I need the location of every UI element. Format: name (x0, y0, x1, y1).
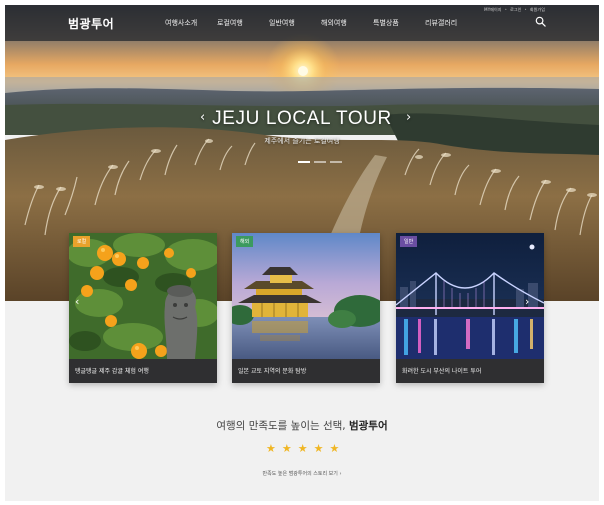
promo-tagline-text: 여행의 만족도를 높이는 선택, (216, 420, 349, 432)
nav-item-local-tour[interactable]: 로컬여행 (217, 18, 269, 28)
site-logo[interactable]: 범광투어 (68, 15, 114, 32)
rating-stars: ★ ★ ★ ★ ★ (266, 443, 339, 454)
util-separator: • (524, 7, 527, 12)
nav-item-general-tour[interactable]: 일반여행 (269, 18, 321, 28)
star-icon: ★ (313, 442, 324, 455)
card-caption: 화려한 도시 부산의 나이트 투어 (402, 368, 482, 375)
page: MY메이지 • 로그인 • 회원가입 범광투어 여행사소개 로컬여행 일반여행 … (5, 5, 599, 501)
card-image (232, 233, 380, 359)
tour-card-busan-night[interactable]: 일반 화려한 도시 부산의 나이트 투어 (396, 233, 544, 383)
story-more-link[interactable]: 만족도 높은 범광투어의 스토리 보기 › (5, 470, 599, 477)
nav-item-overseas-tour[interactable]: 해외여행 (321, 18, 373, 28)
util-link-login[interactable]: 로그인 (510, 7, 521, 13)
hero-next-arrow[interactable]: › (406, 111, 411, 124)
star-icon: ★ (266, 442, 276, 455)
card-caption: 탱글탱글 제주 감귤 체험 여행 (75, 368, 149, 375)
main-nav: 여행사소개 로컬여행 일반여행 해외여행 특별상품 리뷰갤러리 (165, 18, 477, 28)
card-category-tag: 로컬 (73, 236, 91, 247)
hero-subtitle: 제주에서 즐기는 로컬여행 (264, 137, 340, 145)
star-icon: ★ (281, 442, 292, 455)
util-link-mypage[interactable]: MY메이지 (484, 7, 501, 13)
card-category-tag: 일반 (400, 236, 418, 247)
top-header: MY메이지 • 로그인 • 회원가입 범광투어 여행사소개 로컬여행 일반여행 … (5, 5, 599, 41)
promo-tagline-brand: 범광투어 (348, 420, 388, 432)
star-icon: ★ (329, 442, 340, 455)
utility-links: MY메이지 • 로그인 • 회원가입 (484, 7, 545, 13)
hero-pager-dot[interactable] (314, 161, 326, 163)
star-icon: ★ (297, 442, 308, 455)
card-prev-arrow[interactable]: ‹ (75, 295, 79, 308)
hero-title: JEJU LOCAL TOUR (212, 108, 392, 129)
nav-item-special-product[interactable]: 특별상품 (373, 18, 425, 28)
nav-item-review-gallery[interactable]: 리뷰갤러리 (425, 18, 477, 28)
card-category-tag: 해외 (236, 236, 254, 247)
card-next-arrow[interactable]: › (525, 295, 529, 308)
search-icon[interactable] (535, 16, 546, 27)
util-link-signup[interactable]: 회원가입 (530, 7, 545, 13)
card-image (69, 233, 217, 359)
tour-card-jeju-citrus[interactable]: 로컬 탱글탱글 제주 감귤 체험 여행 (69, 233, 217, 383)
hero-pager-dot[interactable] (298, 161, 310, 163)
tour-card-kyoto-culture[interactable]: 해외 일본 교토 지역의 문화 탐방 (232, 233, 380, 383)
promo-tagline: 여행의 만족도를 높이는 선택, 범광투어 (5, 418, 599, 433)
nav-item-about[interactable]: 여행사소개 (165, 18, 217, 28)
card-image (396, 233, 544, 359)
util-separator: • (504, 7, 508, 12)
hero-pager (298, 161, 342, 163)
hero-pager-dot[interactable] (330, 161, 342, 163)
card-caption: 일본 교토 지역의 문화 탐방 (238, 368, 307, 375)
